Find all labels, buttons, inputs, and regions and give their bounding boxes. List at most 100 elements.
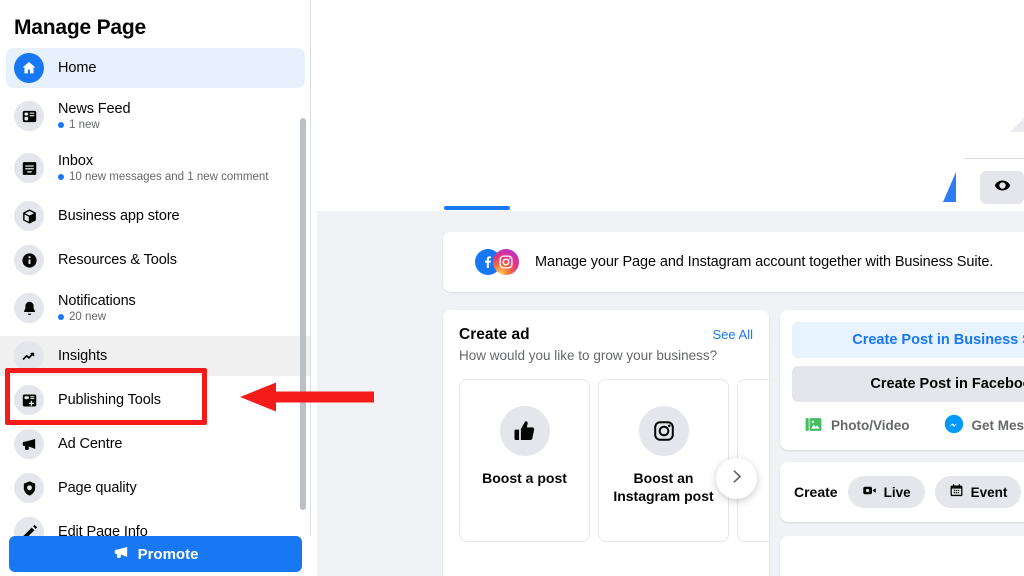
get-messages-button[interactable]: Get Messages	[944, 414, 1024, 437]
sidebar-item-page-quality[interactable]: Page quality	[6, 468, 305, 508]
create-shortcut-row-card: Create Live Event Of	[780, 462, 1024, 522]
see-all-link[interactable]: See All	[713, 327, 753, 342]
sidebar-item-ad-centre[interactable]: Ad Centre	[6, 424, 305, 464]
composer-action-row: Photo/Video Get Messages	[792, 414, 1024, 437]
instagram-icon	[493, 249, 519, 275]
instagram-icon	[638, 406, 689, 456]
sidebar-item-label: Publishing Tools	[58, 392, 161, 408]
page-title: Manage Page	[14, 16, 147, 39]
create-ad-header: Create ad See All	[459, 326, 753, 344]
create-live-pill[interactable]: Live	[847, 476, 925, 508]
sidebar-item-resources-tools[interactable]: Resources & Tools	[6, 240, 305, 280]
sidebar-item-insights[interactable]: Insights	[0, 336, 311, 376]
megaphone-icon	[113, 544, 130, 565]
sidebar-item-sub: 20 new	[69, 311, 107, 323]
sidebar-item-business-app-store[interactable]: Business app store	[6, 196, 305, 236]
sidebar-item-home[interactable]: Home	[6, 48, 305, 88]
sidebar-item-badge: 1 new	[58, 119, 130, 131]
news-feed-icon	[14, 101, 44, 131]
create-post-business-suite-button[interactable]: Create Post in Business Suite	[792, 322, 1024, 358]
photo-video-icon	[804, 415, 823, 437]
promote-button[interactable]: Promote	[9, 536, 302, 572]
promote-footer: Promote	[0, 536, 311, 576]
create-event-label: Event	[970, 484, 1008, 500]
next-card-partial	[780, 536, 1024, 576]
sidebar-item-text: Page quality	[58, 480, 137, 496]
sidebar-item-text: Ad Centre	[58, 436, 122, 452]
sidebar-item-text: Insights	[58, 348, 107, 364]
sidebar-item-label: Ad Centre	[58, 436, 123, 452]
create-post-facebook-button[interactable]: Create Post in Facebook	[792, 366, 1024, 402]
platform-icons	[475, 249, 519, 275]
create-label: Create	[794, 484, 838, 500]
sidebar-item-label: Insights	[58, 348, 108, 364]
sidebar-item-text: Publishing Tools	[58, 392, 161, 408]
create-ad-subtitle: How would you like to grow your business…	[459, 348, 718, 363]
sidebar-item-badge: 10 new messages and 1 new comment	[58, 171, 268, 183]
sidebar-item-text: Notifications 20 new	[58, 293, 136, 323]
mouse-cursor-pointer	[943, 172, 956, 202]
post-composer-card: Create Post in Business Suite Create Pos…	[780, 310, 1024, 450]
get-messages-label: Get Messages	[971, 418, 1024, 433]
sidebar-item-label: Home	[58, 60, 97, 76]
calendar-icon	[949, 483, 964, 501]
create-live-label: Live	[883, 484, 911, 500]
carousel-next-button[interactable]	[716, 458, 757, 499]
header-divider	[964, 158, 1024, 159]
create-ad-tile-carousel: Boost a post Boost an Instagram post	[459, 379, 769, 542]
sidebar-item-news-feed[interactable]: News Feed 1 new	[6, 92, 305, 140]
home-icon	[14, 53, 44, 83]
sidebar-item-notifications[interactable]: Notifications 20 new	[6, 284, 305, 332]
insights-chart-icon	[14, 341, 44, 371]
sidebar-scrollbar[interactable]	[300, 118, 306, 510]
box-icon	[14, 201, 44, 231]
screenshot-root: Manage Page Home News Feed 1 new Inbox 1…	[0, 0, 1024, 576]
sidebar-nav-list: Home News Feed 1 new Inbox 10 new messag…	[0, 44, 311, 561]
new-indicator-dot	[58, 122, 64, 128]
new-indicator-dot	[58, 174, 64, 180]
publishing-tools-icon	[14, 385, 44, 415]
messenger-icon	[944, 414, 964, 437]
sidebar-item-text: Inbox 10 new messages and 1 new comment	[58, 153, 268, 183]
megaphone-icon	[14, 429, 44, 459]
sidebar-item-text: News Feed 1 new	[58, 101, 131, 131]
sidebar-item-text: Home	[58, 60, 96, 76]
sidebar-item-label: Resources & Tools	[58, 252, 177, 268]
sidebar-item-publishing-tools[interactable]: Publishing Tools	[6, 380, 305, 420]
new-indicator-dot	[58, 314, 64, 320]
sidebar-item-sub: 1 new	[69, 119, 100, 131]
photo-video-button[interactable]: Photo/Video	[804, 415, 910, 437]
promote-button-label: Promote	[137, 545, 199, 563]
sidebar-item-text: Business app store	[58, 208, 180, 224]
thumbs-up-icon	[499, 406, 550, 456]
sidebar-item-label: News Feed	[58, 101, 131, 117]
info-icon	[14, 245, 44, 275]
business-suite-banner[interactable]: Manage your Page and Instagram account t…	[443, 232, 1024, 292]
sidebar-item-inbox[interactable]: Inbox 10 new messages and 1 new comment	[6, 144, 305, 192]
main-content: Manage your Page and Instagram account t…	[317, 0, 1024, 576]
view-as-button[interactable]	[980, 171, 1024, 204]
page-header-area	[317, 0, 1024, 211]
sidebar-item-label: Page quality	[58, 480, 137, 496]
create-event-pill[interactable]: Event	[934, 476, 1022, 508]
page-body: Manage your Page and Instagram account t…	[317, 211, 1024, 576]
eye-icon	[994, 177, 1011, 199]
corner-wedge-decoration	[1010, 118, 1024, 132]
create-ad-card: Create ad See All How would you like to …	[443, 310, 769, 576]
boost-instagram-post-tile[interactable]: Boost an Instagram post	[598, 379, 729, 542]
boost-a-post-tile[interactable]: Boost a post	[459, 379, 590, 542]
sidebar-item-badge: 20 new	[58, 311, 136, 323]
sidebar-item-label: Inbox	[58, 153, 93, 169]
create-ad-title: Create ad	[459, 326, 530, 343]
active-tab-indicator	[444, 206, 510, 210]
tile-label: Boost a post	[482, 470, 567, 486]
sidebar-item-text: Resources & Tools	[58, 252, 177, 268]
tile-label: Boost an Instagram post	[613, 470, 714, 504]
sidebar-item-label: Notifications	[58, 293, 136, 309]
photo-video-label: Photo/Video	[831, 418, 910, 433]
business-suite-banner-text: Manage your Page and Instagram account t…	[535, 254, 994, 270]
video-camera-icon	[862, 483, 877, 501]
manage-page-sidebar: Manage Page Home News Feed 1 new Inbox 1…	[0, 0, 311, 576]
sidebar-item-label: Business app store	[58, 208, 180, 224]
inbox-icon	[14, 153, 44, 183]
